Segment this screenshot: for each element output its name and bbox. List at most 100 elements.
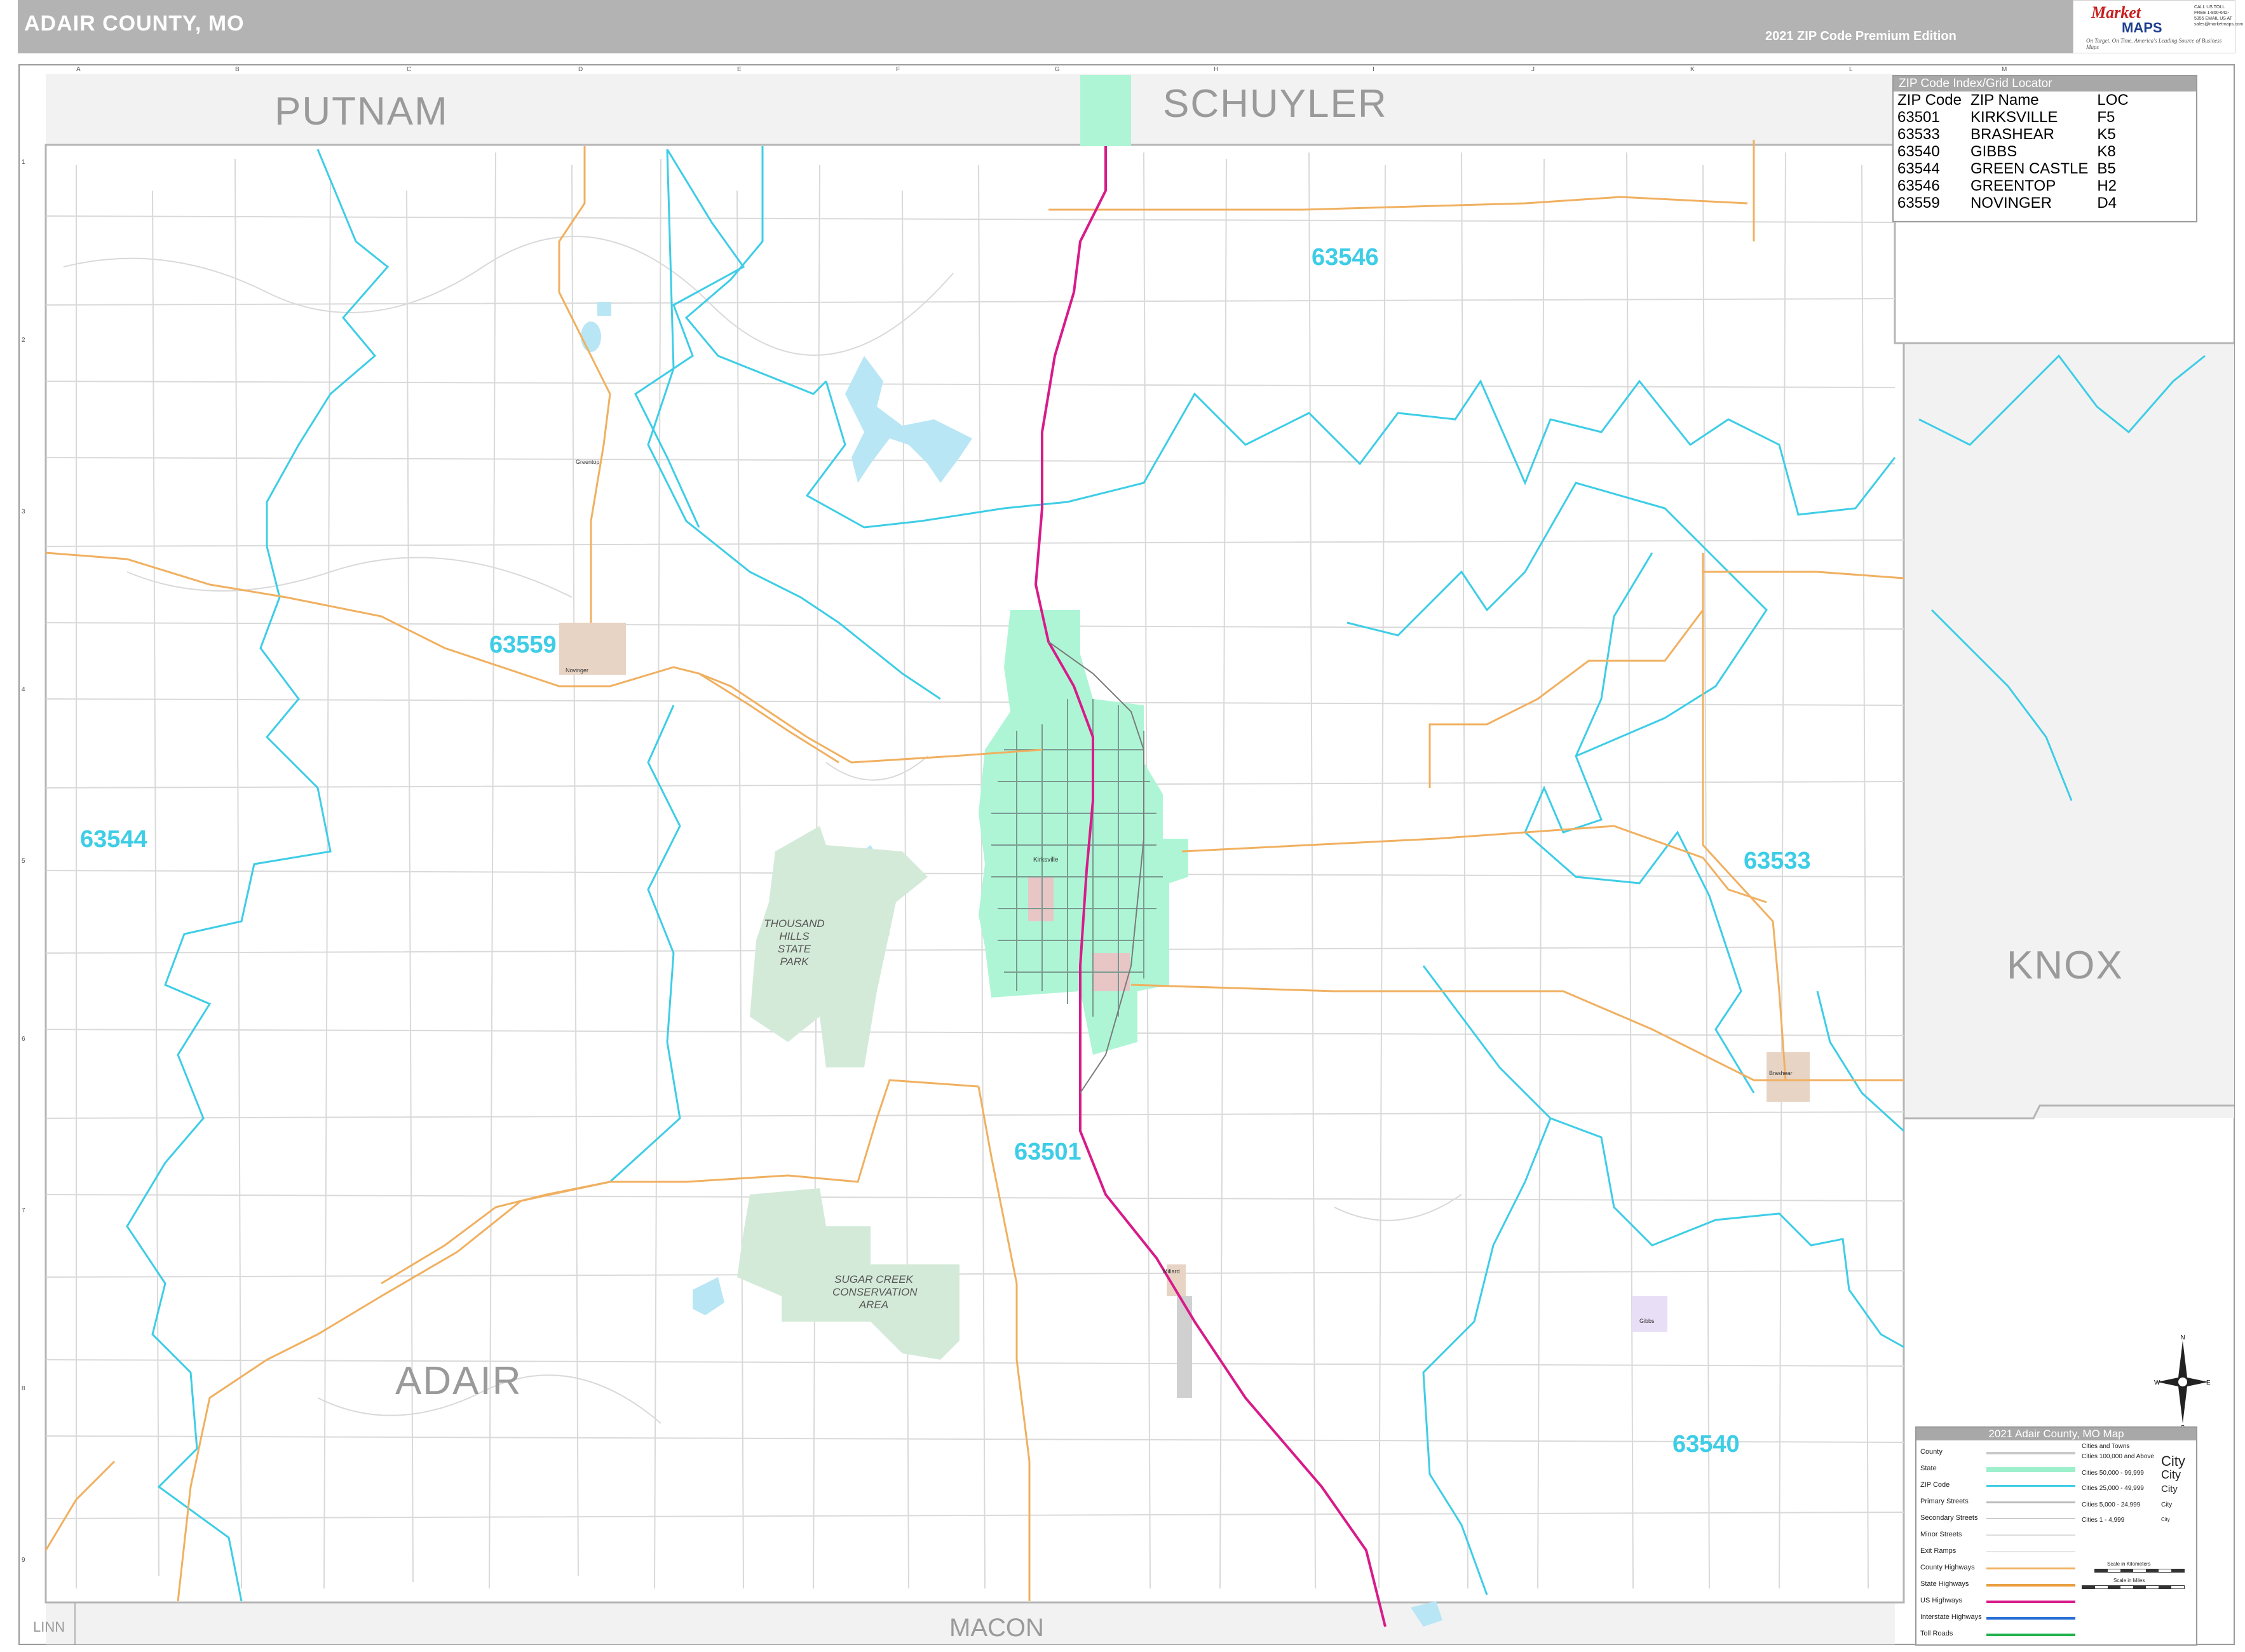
grid-col-h: H <box>1214 66 1219 73</box>
grid-row-6: 6 <box>22 1036 25 1043</box>
grid-col-c: C <box>407 66 412 73</box>
col-header: ZIP Name <box>1970 91 2039 109</box>
grid-col-d: D <box>578 66 583 73</box>
loc-cell: H2 <box>2097 177 2117 194</box>
legend-item-secondary: Secondary Streets <box>1920 1514 1978 1522</box>
compass-rose-icon: N S W E <box>2154 1334 2211 1430</box>
zip-name-cell: BRASHEAR <box>1970 126 2054 143</box>
legend-swatch-state-hwy <box>1986 1584 2075 1587</box>
sugar-creek-label: SUGAR CREEK CONSERVATION AREA <box>832 1273 918 1311</box>
legend-city-row: Cities 1 - 4,999 <box>2082 1517 2125 1524</box>
legend-city-sample: City <box>2161 1501 2173 1508</box>
legend-item-state: State <box>1920 1465 1937 1472</box>
zip-label-63559: 63559 <box>489 632 557 658</box>
legend-city-sample: City <box>2161 1453 2185 1469</box>
legend-city-header: Cities and Towns <box>2082 1443 2130 1450</box>
legend-city-row: Cities 5,000 - 24,999 <box>2082 1501 2141 1508</box>
grid-row-2: 2 <box>22 337 25 344</box>
legend-city-sample: City <box>2161 1484 2178 1494</box>
legend-title: 2021 Adair County, MO Map <box>1916 1428 2196 1440</box>
legend-item-state-hwy: State Highways <box>1920 1580 1969 1588</box>
legend-item-primary: Primary Streets <box>1920 1498 1969 1505</box>
grid-row-9: 9 <box>22 1557 25 1564</box>
zip-cell: 63544 <box>1897 160 1940 177</box>
zip-name-cell: GIBBS <box>1970 143 2018 160</box>
grid-row-8: 8 <box>22 1385 25 1392</box>
legend-swatch-primary <box>1986 1501 2075 1503</box>
loc-cell: K5 <box>2097 126 2116 143</box>
legend-swatch-minor <box>1986 1534 2075 1536</box>
loc-cell: K8 <box>2097 143 2116 160</box>
zip-name-cell: GREENTOP <box>1970 177 2056 194</box>
zip-name-cell: NOVINGER <box>1970 194 2052 212</box>
brashear-town <box>1767 1052 1810 1102</box>
grid-col-l: L <box>1849 66 1853 73</box>
grid-col-g: G <box>1055 66 1060 73</box>
town-label-kirksville: Kirksville <box>1033 856 1059 863</box>
grid-row-1: 1 <box>22 159 25 166</box>
loc-cell: F5 <box>2097 109 2115 126</box>
pond <box>597 302 611 316</box>
loc-cell: B5 <box>2097 160 2116 177</box>
zip-label-63544: 63544 <box>80 826 147 853</box>
legend-swatch-exit <box>1986 1551 2075 1552</box>
table-row: 63546 GREENTOP H2 <box>1897 177 2138 194</box>
table-header-row: ZIP Code ZIP Name LOC <box>1897 91 2138 109</box>
grid-col-a: A <box>76 66 81 73</box>
zip-label-63533: 63533 <box>1744 848 1811 874</box>
town-label-brashear: Brashear <box>1769 1070 1793 1076</box>
zip-index-title: ZIP Code Index/Grid Locator <box>1894 76 2196 91</box>
legend-city-row: Cities 25,000 - 49,999 <box>2082 1485 2144 1492</box>
table-row: 63533 BRASHEAR K5 <box>1897 126 2138 143</box>
legend-swatch-county-hwy <box>1986 1567 2075 1569</box>
east-neighbor-area <box>1904 343 2234 1118</box>
grid-row-5: 5 <box>22 858 25 865</box>
legend-item-county-hwy: County Highways <box>1920 1564 1975 1571</box>
zip-label-63540: 63540 <box>1672 1431 1740 1458</box>
town-label-gibbs: Gibbs <box>1639 1318 1655 1324</box>
grid-col-b: B <box>235 66 240 73</box>
zip-cell: 63559 <box>1897 194 1940 212</box>
zip-label-63546: 63546 <box>1312 244 1379 271</box>
grid-row-4: 4 <box>22 686 25 693</box>
legend-swatch-toll <box>1986 1634 2075 1636</box>
legend-swatch-interstate <box>1986 1617 2075 1620</box>
zip-index-table: ZIP Code ZIP Name LOC 63501 KIRKSVILLE F… <box>1897 91 2138 212</box>
legend-swatch-county <box>1986 1452 2075 1454</box>
legend-item-zip: ZIP Code <box>1920 1481 1950 1489</box>
zip-label-63501: 63501 <box>1014 1139 1082 1165</box>
zip-cell: 63540 <box>1897 143 1940 160</box>
legend-swatch-zip <box>1986 1485 2075 1487</box>
map-legend: 2021 Adair County, MO Map County State Z… <box>1915 1426 2197 1646</box>
loc-cell: D4 <box>2097 194 2117 212</box>
legend-item-exit: Exit Ramps <box>1920 1547 1957 1555</box>
grid-row-7: 7 <box>22 1207 25 1214</box>
legend-city-sample: City <box>2161 1517 2170 1522</box>
county-label-linn: LINN <box>33 1619 65 1635</box>
university-area <box>1028 877 1054 921</box>
grid-col-j: J <box>1531 66 1535 73</box>
legend-item-toll: Toll Roads <box>1920 1630 1953 1637</box>
table-row: 63540 GIBBS K8 <box>1897 143 2138 160</box>
state-line-strip <box>1080 75 1131 146</box>
legend-city-row: Cities 100,000 and Above <box>2082 1453 2154 1460</box>
scale-bar-km <box>2094 1569 2185 1573</box>
county-map[interactable] <box>0 0 2245 1652</box>
town-label-greentop: Greentop <box>576 459 600 465</box>
zip-cell: 63533 <box>1897 126 1940 143</box>
scale-bar-mi <box>2082 1585 2185 1589</box>
legend-scale-km: Scale in Kilometers <box>2107 1561 2151 1567</box>
table-row: 63501 KIRKSVILLE F5 <box>1897 109 2138 126</box>
gibbs-town <box>1632 1296 1667 1332</box>
compass-w: W <box>2154 1379 2160 1386</box>
zip-name-cell: GREEN CASTLE <box>1970 160 2089 177</box>
town-label-millard: Millard <box>1163 1268 1180 1275</box>
grid-col-e: E <box>737 66 742 73</box>
legend-item-county: County <box>1920 1448 1943 1456</box>
county-label-adair: ADAIR <box>395 1359 522 1403</box>
legend-swatch-secondary <box>1986 1518 2075 1519</box>
pond <box>581 322 601 352</box>
zip-cell: 63546 <box>1897 177 1940 194</box>
legend-swatch-state <box>1986 1467 2075 1472</box>
grid-col-k: K <box>1690 66 1695 73</box>
